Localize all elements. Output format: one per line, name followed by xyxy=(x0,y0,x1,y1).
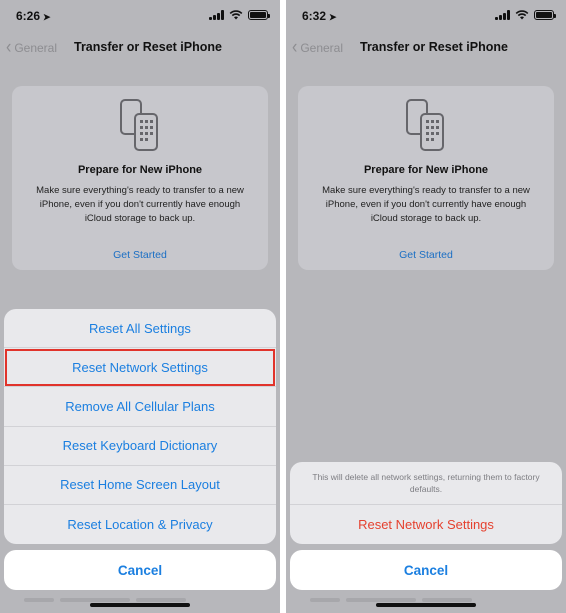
chevron-left-icon: ‹ xyxy=(292,37,298,58)
card-title: Prepare for New iPhone xyxy=(363,164,489,176)
wifi-icon xyxy=(515,10,529,20)
background-row-peek xyxy=(310,589,510,602)
location-arrow-icon: ➤ xyxy=(329,12,337,22)
status-bar: 6:32 ➤ xyxy=(286,0,566,32)
back-label: General xyxy=(14,41,58,55)
status-time: 6:32 ➤ xyxy=(302,9,337,23)
wifi-icon xyxy=(229,10,243,20)
get-started-link[interactable]: Get Started xyxy=(298,249,554,261)
page-title: Transfer or Reset iPhone xyxy=(360,40,508,54)
prepare-card: Prepare for New iPhone Make sure everyth… xyxy=(12,86,268,270)
reset-network-settings-button[interactable]: Reset Network Settings xyxy=(4,348,276,388)
remove-cellular-plans-button[interactable]: Remove All Cellular Plans xyxy=(4,387,276,427)
home-indicator[interactable] xyxy=(376,603,476,607)
two-phones-transfer-icon xyxy=(120,99,158,151)
phone-screen-right: 6:32 ➤ ‹ General Transfer or Reset iPhone xyxy=(286,0,566,613)
prepare-card: Prepare for New iPhone Make sure everyth… xyxy=(298,86,554,270)
cancel-button[interactable]: Cancel xyxy=(290,550,562,590)
nav-bar: ‹ General Transfer or Reset iPhone xyxy=(0,36,280,60)
background-row-peek xyxy=(24,589,224,602)
battery-icon xyxy=(248,10,270,20)
page-title: Transfer or Reset iPhone xyxy=(74,40,222,54)
cellular-signal-icon xyxy=(495,10,510,20)
confirm-action-sheet: This will delete all network settings, r… xyxy=(290,462,562,544)
back-label: General xyxy=(300,41,344,55)
cancel-button[interactable]: Cancel xyxy=(4,550,276,590)
confirm-message: This will delete all network settings, r… xyxy=(290,462,562,505)
card-title: Prepare for New iPhone xyxy=(77,164,203,176)
back-button[interactable]: ‹ General xyxy=(6,37,58,58)
status-bar: 6:26 ➤ xyxy=(0,0,280,32)
reset-all-settings-button[interactable]: Reset All Settings xyxy=(4,309,276,349)
two-phones-transfer-icon xyxy=(406,99,444,151)
nav-bar: ‹ General Transfer or Reset iPhone xyxy=(286,36,566,60)
battery-icon xyxy=(534,10,556,20)
cellular-signal-icon xyxy=(209,10,224,20)
location-arrow-icon: ➤ xyxy=(43,12,51,22)
chevron-left-icon: ‹ xyxy=(6,37,12,58)
status-time: 6:26 ➤ xyxy=(16,9,51,23)
home-indicator[interactable] xyxy=(90,603,190,607)
card-description: Make sure everything's ready to transfer… xyxy=(36,185,244,224)
phone-screen-left: 6:26 ➤ ‹ General Transfer or Reset iPhone xyxy=(0,0,280,613)
confirm-reset-network-settings-button[interactable]: Reset Network Settings xyxy=(290,505,562,544)
reset-location-privacy-button[interactable]: Reset Location & Privacy xyxy=(4,505,276,544)
get-started-link[interactable]: Get Started xyxy=(12,249,268,261)
reset-keyboard-dictionary-button[interactable]: Reset Keyboard Dictionary xyxy=(4,427,276,466)
reset-home-screen-layout-button[interactable]: Reset Home Screen Layout xyxy=(4,466,276,505)
card-description: Make sure everything's ready to transfer… xyxy=(322,185,530,224)
reset-action-sheet: Reset All Settings Reset Network Setting… xyxy=(4,309,276,544)
back-button[interactable]: ‹ General xyxy=(292,37,344,58)
